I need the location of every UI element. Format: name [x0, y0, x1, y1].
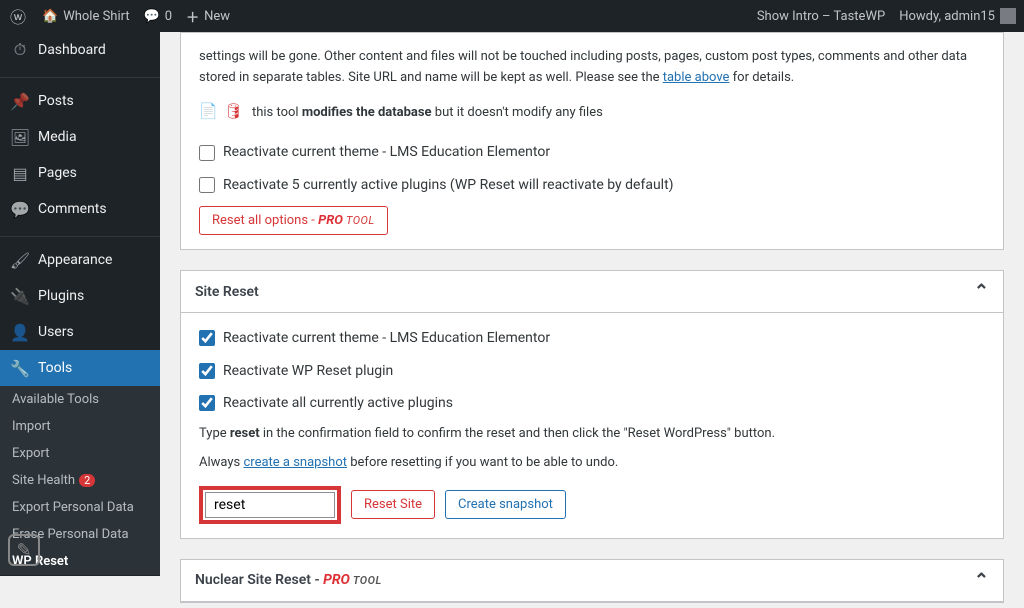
- database-icon: 🛢: [224, 99, 243, 123]
- submenu-export-personal-data[interactable]: Export Personal Data: [0, 494, 160, 521]
- edit-overlay-icon[interactable]: ✎: [8, 534, 40, 566]
- plug-icon: 🔌: [10, 286, 30, 306]
- menu-plugins[interactable]: 🔌Plugins: [0, 278, 160, 314]
- reset-site-button[interactable]: Reset Site: [351, 490, 435, 519]
- admin-bar: ⓦ 🏠Whole Shirt 💬0 ＋New Show Intro – Tast…: [0, 0, 1024, 32]
- avatar: [1000, 8, 1016, 24]
- site-reset-panel: Site Reset ⌃ Reactivate current theme - …: [180, 270, 1004, 539]
- brush-icon: 🖌: [10, 250, 30, 270]
- new-content-link[interactable]: ＋New: [186, 7, 230, 26]
- file-icon: 📄: [199, 99, 218, 123]
- comment-icon: 💬: [10, 199, 30, 219]
- submenu-available-tools[interactable]: Available Tools: [0, 386, 160, 413]
- menu-comments[interactable]: 💬Comments: [0, 191, 160, 227]
- show-intro-link[interactable]: Show Intro – TasteWP: [757, 9, 885, 24]
- sr-reactivate-wpreset[interactable]: Reactivate WP Reset plugin: [199, 360, 985, 382]
- dashboard-icon: ⏱: [10, 40, 30, 60]
- options-reactivate-plugins[interactable]: Reactivate 5 currently active plugins (W…: [199, 174, 985, 196]
- site-reset-header[interactable]: Site Reset ⌃: [181, 271, 1003, 313]
- menu-media[interactable]: 🖼Media: [0, 119, 160, 155]
- main-content: settings will be gone. Other content and…: [160, 32, 1024, 603]
- options-reset-panel: settings will be gone. Other content and…: [180, 32, 1004, 250]
- table-above-link[interactable]: table above: [663, 70, 730, 85]
- reset-all-options-button[interactable]: Reset all options - PRO TOOL: [199, 206, 388, 235]
- sr-reactivate-plugins[interactable]: Reactivate all currently active plugins: [199, 392, 985, 414]
- submenu-site-health[interactable]: Site Health2: [0, 467, 160, 494]
- create-snapshot-button[interactable]: Create snapshot: [445, 490, 566, 519]
- db-warning: 📄🛢 this tool modifies the database but i…: [199, 99, 985, 124]
- reset-confirm-input[interactable]: [205, 492, 335, 518]
- page-icon: ▤: [10, 163, 30, 183]
- create-snapshot-link[interactable]: create a snapshot: [243, 455, 347, 470]
- account-link[interactable]: Howdy, admin15: [899, 8, 1016, 24]
- sr-snapshot-tip: Always create a snapshot before resettin…: [199, 453, 985, 474]
- wp-logo[interactable]: ⓦ: [8, 6, 28, 26]
- options-reactivate-theme[interactable]: Reactivate current theme - LMS Education…: [199, 141, 985, 163]
- menu-appearance[interactable]: 🖌Appearance: [0, 242, 160, 278]
- media-icon: 🖼: [10, 127, 30, 147]
- submenu-import[interactable]: Import: [0, 413, 160, 440]
- pin-icon: 📌: [10, 91, 30, 111]
- chevron-up-icon: ⌃: [974, 570, 989, 591]
- site-link[interactable]: 🏠Whole Shirt: [42, 9, 130, 24]
- nuclear-reset-panel: Nuclear Site Reset - PRO TOOL ⌃: [180, 559, 1004, 603]
- submenu-export[interactable]: Export: [0, 440, 160, 467]
- admin-sidebar: ⏱Dashboard 📌Posts 🖼Media ▤Pages 💬Comment…: [0, 32, 160, 576]
- menu-posts[interactable]: 📌Posts: [0, 83, 160, 119]
- menu-tools[interactable]: 🔧Tools: [0, 350, 160, 386]
- wrench-icon: 🔧: [10, 358, 30, 378]
- site-health-count: 2: [79, 474, 95, 487]
- desc-text: settings will be gone. Other content and…: [199, 47, 985, 89]
- sr-reactivate-theme[interactable]: Reactivate current theme - LMS Education…: [199, 327, 985, 349]
- menu-dashboard[interactable]: ⏱Dashboard: [0, 32, 160, 68]
- chevron-up-icon: ⌃: [974, 281, 989, 302]
- comments-link[interactable]: 💬0: [144, 9, 173, 24]
- menu-users[interactable]: 👤Users: [0, 314, 160, 350]
- sr-instruction: Type reset in the confirmation field to …: [199, 424, 985, 445]
- user-icon: 👤: [10, 322, 30, 342]
- reset-confirm-highlight: [199, 486, 341, 524]
- nuclear-reset-header[interactable]: Nuclear Site Reset - PRO TOOL ⌃: [181, 560, 1003, 602]
- menu-pages[interactable]: ▤Pages: [0, 155, 160, 191]
